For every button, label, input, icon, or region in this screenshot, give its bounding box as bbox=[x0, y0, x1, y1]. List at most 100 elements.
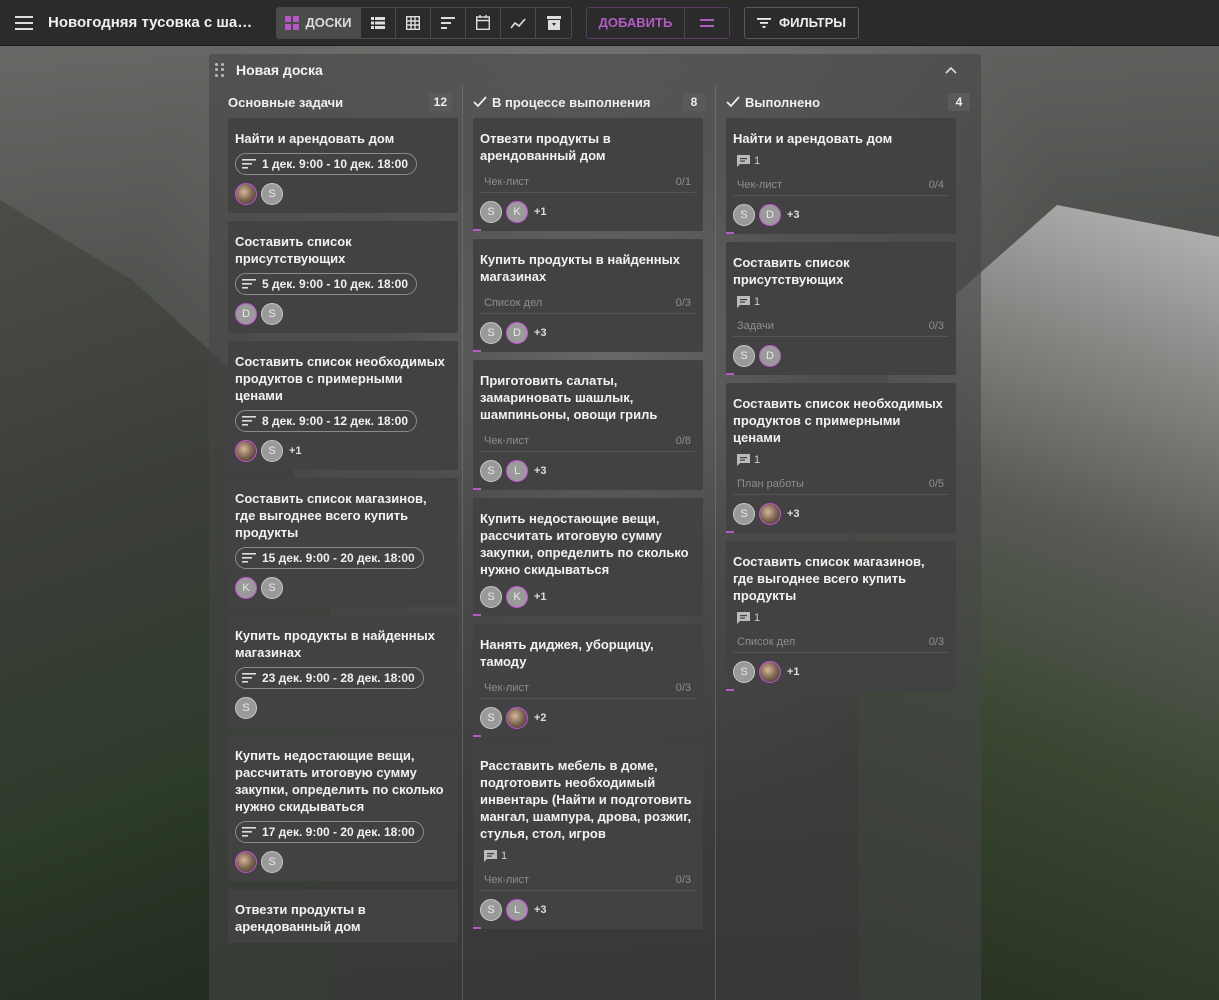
drag-handle-icon[interactable] bbox=[215, 63, 227, 77]
comments-indicator[interactable]: 1 bbox=[733, 155, 948, 167]
comments-indicator[interactable]: 1 bbox=[480, 850, 695, 862]
avatar[interactable]: L bbox=[506, 899, 528, 921]
view-archive-button[interactable] bbox=[536, 8, 571, 38]
more-assignees-count[interactable]: +1 bbox=[289, 445, 302, 457]
avatar[interactable]: D bbox=[235, 303, 257, 325]
top-toolbar: Новогодняя тусовка с шашл... ДОСКИ ДОБАВ… bbox=[0, 0, 1219, 46]
avatar[interactable]: S bbox=[261, 183, 283, 205]
more-assignees-count[interactable]: +1 bbox=[787, 666, 800, 678]
avatar[interactable]: D bbox=[759, 204, 781, 226]
avatar[interactable]: K bbox=[506, 201, 528, 223]
view-chart-button[interactable] bbox=[501, 7, 536, 38]
avatar[interactable]: L bbox=[506, 460, 528, 482]
date-range-chip[interactable]: 23 дек. 9:00 - 28 дек. 18:00 bbox=[235, 667, 424, 689]
collapse-board-button[interactable] bbox=[943, 62, 959, 78]
avatar[interactable] bbox=[506, 707, 528, 729]
checklist-summary[interactable]: Чек-лист 0/3 bbox=[480, 682, 695, 699]
checklist-summary[interactable]: Чек-лист 0/8 bbox=[480, 435, 695, 452]
task-card[interactable]: Составить список присутствующих 1 Задачи 0/… bbox=[726, 242, 956, 375]
task-card[interactable]: Нанять диджея, уборщицу, тамоду Чек-лист 0… bbox=[473, 624, 703, 737]
checklist-summary[interactable]: Чек-лист 0/4 bbox=[733, 179, 948, 196]
avatar[interactable]: S bbox=[235, 697, 257, 719]
view-table-button[interactable] bbox=[396, 7, 431, 38]
avatar[interactable] bbox=[235, 440, 257, 462]
checklist-summary[interactable]: Список дел 0/3 bbox=[480, 297, 695, 314]
task-card[interactable]: Купить недостающие вещи, рассчитать итог… bbox=[473, 498, 703, 616]
date-range-chip[interactable]: 1 дек. 9:00 - 10 дек. 18:00 bbox=[235, 153, 417, 175]
more-assignees-count[interactable]: +3 bbox=[534, 465, 547, 477]
checklist-summary[interactable]: Список дел 0/3 bbox=[733, 636, 948, 653]
more-assignees-count[interactable]: +3 bbox=[787, 209, 800, 221]
avatar[interactable] bbox=[235, 183, 257, 205]
view-list-button[interactable] bbox=[361, 7, 396, 38]
column-title[interactable]: Основные задачи bbox=[228, 95, 343, 110]
more-assignees-count[interactable]: +2 bbox=[534, 712, 547, 724]
column-title[interactable]: В процессе выполнения bbox=[492, 95, 650, 110]
comments-indicator[interactable]: 1 bbox=[733, 454, 948, 466]
view-boards-button[interactable]: ДОСКИ bbox=[277, 7, 361, 38]
add-group: ДОБАВИТЬ bbox=[586, 6, 730, 39]
more-assignees-count[interactable]: +3 bbox=[534, 327, 547, 339]
menu-button[interactable] bbox=[0, 0, 48, 46]
avatar[interactable]: S bbox=[480, 586, 502, 608]
date-range-chip[interactable]: 15 дек. 9:00 - 20 дек. 18:00 bbox=[235, 547, 424, 569]
task-card[interactable]: Составить список присутствующих 5 дек. 9:… bbox=[228, 221, 458, 333]
date-range-chip[interactable]: 5 дек. 9:00 - 10 дек. 18:00 bbox=[235, 273, 417, 295]
avatar[interactable]: D bbox=[506, 322, 528, 344]
avatar[interactable]: S bbox=[733, 345, 755, 367]
avatar[interactable]: S bbox=[733, 503, 755, 525]
more-assignees-count[interactable]: +1 bbox=[534, 206, 547, 218]
avatar[interactable]: K bbox=[506, 586, 528, 608]
avatar[interactable]: D bbox=[759, 345, 781, 367]
avatar[interactable] bbox=[235, 851, 257, 873]
comments-indicator[interactable]: 1 bbox=[733, 296, 948, 308]
avatar[interactable]: S bbox=[733, 661, 755, 683]
avatar[interactable]: S bbox=[733, 204, 755, 226]
date-range-chip[interactable]: 17 дек. 9:00 - 20 дек. 18:00 bbox=[235, 821, 424, 843]
avatar[interactable]: S bbox=[261, 303, 283, 325]
checklist-summary[interactable]: Задачи 0/3 bbox=[733, 320, 948, 337]
task-card[interactable]: Расставить мебель в доме, подготовить не… bbox=[473, 745, 703, 929]
view-calendar-button[interactable] bbox=[466, 7, 501, 38]
task-card[interactable]: Приготовить салаты, замариновать шашлык,… bbox=[473, 360, 703, 490]
task-card[interactable]: Отвезти продукты в арендованный дом Чек-л… bbox=[473, 118, 703, 231]
avatar[interactable]: S bbox=[261, 851, 283, 873]
task-card[interactable]: Составить список магазинов, где выгоднее… bbox=[228, 478, 458, 607]
add-button[interactable]: ДОБАВИТЬ bbox=[587, 7, 685, 38]
comments-indicator[interactable]: 1 bbox=[733, 612, 948, 624]
avatar[interactable]: S bbox=[480, 201, 502, 223]
avatar[interactable] bbox=[759, 503, 781, 525]
avatar[interactable]: K bbox=[235, 577, 257, 599]
board-title[interactable]: Новогодняя тусовка с шашл... bbox=[48, 14, 258, 31]
avatar[interactable]: S bbox=[480, 322, 502, 344]
task-card[interactable]: Составить список магазинов, где выгоднее… bbox=[726, 541, 956, 691]
view-gantt-button[interactable] bbox=[431, 7, 466, 38]
avatar[interactable] bbox=[759, 661, 781, 683]
task-card[interactable]: Отвезти продукты в арендованный дом bbox=[228, 889, 458, 943]
avatar[interactable]: S bbox=[480, 707, 502, 729]
avatar[interactable]: S bbox=[261, 577, 283, 599]
task-card[interactable]: Купить недостающие вещи, рассчитать итог… bbox=[228, 735, 458, 881]
task-card[interactable]: Составить список необходимых продуктов с… bbox=[726, 383, 956, 533]
task-card[interactable]: Купить продукты в найденных магазинах Спи… bbox=[473, 239, 703, 352]
avatar[interactable]: S bbox=[480, 899, 502, 921]
board-name[interactable]: Новая доска bbox=[236, 62, 323, 78]
task-card[interactable]: Составить список необходимых продуктов с… bbox=[228, 341, 458, 470]
add-options-button[interactable] bbox=[685, 8, 729, 38]
checklist-summary[interactable]: Чек-лист 0/3 bbox=[480, 874, 695, 891]
more-assignees-count[interactable]: +1 bbox=[534, 591, 547, 603]
avatar[interactable]: S bbox=[261, 440, 283, 462]
more-assignees-count[interactable]: +3 bbox=[787, 508, 800, 520]
task-card[interactable]: Найти и арендовать дом 1 дек. 9:00 - 10 д… bbox=[228, 118, 458, 213]
date-range-chip[interactable]: 8 дек. 9:00 - 12 дек. 18:00 bbox=[235, 410, 417, 432]
checklist-summary[interactable]: План работы 0/5 bbox=[733, 478, 948, 495]
more-assignees-count[interactable]: +3 bbox=[534, 904, 547, 916]
filters-button[interactable]: ФИЛЬТРЫ bbox=[744, 6, 859, 39]
task-card[interactable]: Купить продукты в найденных магазинах 23 … bbox=[228, 615, 458, 727]
column-count-badge: 8 bbox=[683, 93, 705, 111]
card-accent-bar bbox=[726, 531, 734, 533]
checklist-summary[interactable]: Чек-лист 0/1 bbox=[480, 176, 695, 193]
column-title[interactable]: Выполнено bbox=[745, 95, 820, 110]
avatar[interactable]: S bbox=[480, 460, 502, 482]
task-card[interactable]: Найти и арендовать дом 1 Чек-лист 0/4 S D +3 bbox=[726, 118, 956, 234]
